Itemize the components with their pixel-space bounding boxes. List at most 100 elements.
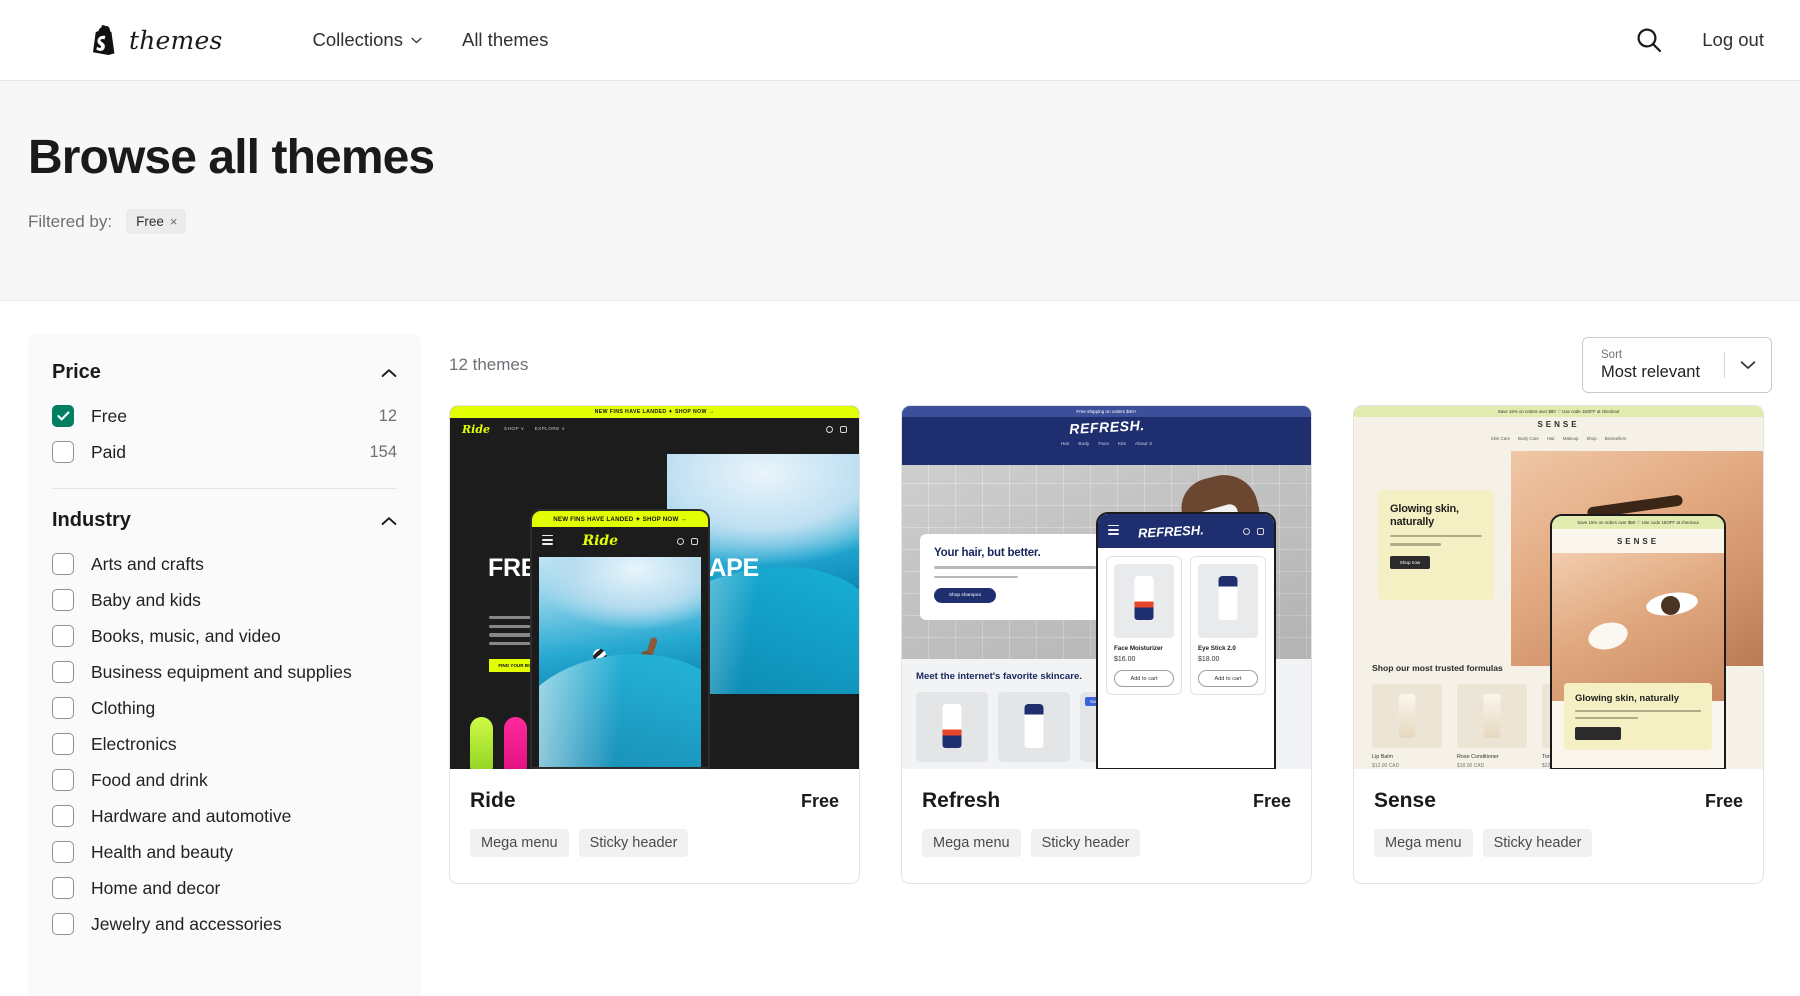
- facet-option-paid[interactable]: Paid 154: [52, 434, 397, 470]
- facet-header-industry[interactable]: Industry: [52, 509, 397, 532]
- results-count: 12 themes: [449, 355, 529, 374]
- checkbox-baby-and-kids[interactable]: [52, 589, 74, 611]
- theme-card-refresh[interactable]: Free shipping on orders $40+ REFRESH. Ha…: [901, 405, 1312, 884]
- preview-menu: Skin Care Body Care Hair Makeup Shop Bes…: [1491, 436, 1626, 441]
- brand-logo[interactable]: themes: [92, 25, 222, 55]
- theme-card-body: Ride Free Mega menu Sticky header: [450, 769, 859, 883]
- theme-card-title-row: Ride Free: [470, 789, 839, 813]
- preview-phone-logo: REFRESH.: [1138, 521, 1205, 541]
- nav-item-all-themes[interactable]: All themes: [462, 29, 548, 51]
- chevron-up-icon[interactable]: [381, 516, 397, 526]
- preview-phone-mockup: NEW FINS HAVE LANDED ✦ SHOP NOW → Ride: [530, 509, 710, 769]
- preview-product-image: [1198, 564, 1258, 638]
- preview-product-tile: Lip Balm $12.00 CAD: [1372, 684, 1442, 769]
- preview-phone-icons: [1243, 527, 1264, 535]
- facet-option-business-equipment-and-supplies[interactable]: Business equipment and supplies: [52, 654, 397, 690]
- preview-menu-item: Makeup: [1562, 436, 1579, 441]
- theme-card-ride[interactable]: NEW FINS HAVE LANDED ✦ SHOP NOW → Ride S…: [449, 405, 860, 884]
- checkbox-jewelry-and-accessories[interactable]: [52, 913, 74, 935]
- facet-option-jewelry-and-accessories[interactable]: Jewelry and accessories: [52, 906, 397, 942]
- facet-option-clothing[interactable]: Clothing: [52, 690, 397, 726]
- cart-icon: [1257, 527, 1264, 535]
- checkbox-food-and-drink[interactable]: [52, 769, 74, 791]
- facet-option-food-and-drink[interactable]: Food and drink: [52, 762, 397, 798]
- facet-option-baby-and-kids[interactable]: Baby and kids: [52, 582, 397, 618]
- search-icon: [676, 537, 684, 545]
- facet-option-arts-and-crafts[interactable]: Arts and crafts: [52, 546, 397, 582]
- checkbox-home-and-decor[interactable]: [52, 877, 74, 899]
- checkbox-free[interactable]: [52, 405, 74, 427]
- preview-phone-navbar: Ride: [532, 527, 708, 555]
- chevron-down-icon[interactable]: [1725, 360, 1771, 370]
- checkbox-paid[interactable]: [52, 441, 74, 463]
- preview-phone-mockup: REFRESH. Face Moisturizer $16.00 Add to …: [1096, 512, 1276, 769]
- facet-title-price: Price: [52, 361, 101, 383]
- surfer-illustration: [590, 636, 671, 722]
- preview-menu-item: Face: [1098, 442, 1110, 447]
- theme-tag: Mega menu: [1374, 829, 1473, 857]
- preview-menu-item: Shop: [1586, 436, 1597, 441]
- checkbox-business-equipment-and-supplies[interactable]: [52, 661, 74, 683]
- sidebar-divider: [52, 488, 397, 489]
- chevron-up-icon[interactable]: [381, 368, 397, 378]
- checkbox-arts-and-crafts[interactable]: [52, 553, 74, 575]
- theme-preview-ride[interactable]: NEW FINS HAVE LANDED ✦ SHOP NOW → Ride S…: [450, 406, 859, 769]
- facet-option-label: Food and drink: [91, 769, 208, 790]
- close-icon[interactable]: ×: [170, 215, 178, 228]
- theme-name: Refresh: [922, 789, 1001, 812]
- preview-phone-hero-image: [539, 557, 701, 767]
- theme-card-sense[interactable]: Save 15% on orders over $80 ♡ Use code 1…: [1353, 405, 1764, 884]
- facet-option-free-label: Free: [91, 405, 127, 426]
- top-navigation-bar: themes Collections All themes Log out: [0, 0, 1800, 81]
- sort-dropdown[interactable]: Sort Most relevant: [1582, 337, 1772, 393]
- shopify-bag-icon: [92, 25, 118, 55]
- nav-item-all-themes-label: All themes: [461, 29, 549, 50]
- preview-menu-item: About ∨: [1135, 442, 1153, 447]
- preview-product-tile: [916, 692, 988, 762]
- theme-price: Free: [1704, 791, 1743, 811]
- nav-item-collections[interactable]: Collections: [312, 29, 422, 51]
- preview-phone-product-card: Face Moisturizer $16.00 Add to cart: [1106, 556, 1182, 695]
- preview-product-price: $18.00: [1198, 656, 1220, 663]
- filter-chip-free[interactable]: Free ×: [126, 209, 187, 235]
- preview-phone-logo: SENSE: [1616, 536, 1660, 546]
- primary-nav-links: Collections All themes: [312, 29, 548, 51]
- preview-add-to-cart-button: Add to cart: [1114, 670, 1174, 687]
- facet-option-free[interactable]: Free 12: [52, 398, 397, 434]
- search-icon: [826, 425, 833, 433]
- theme-tags: Mega menu Sticky header: [470, 829, 839, 857]
- checkbox-health-and-beauty[interactable]: [52, 841, 74, 863]
- search-icon[interactable]: [1634, 25, 1664, 55]
- preview-announcement-bar: NEW FINS HAVE LANDED ✦ SHOP NOW →: [450, 406, 859, 418]
- logout-button[interactable]: Log out: [1702, 29, 1764, 51]
- facet-option-books-music-and-video[interactable]: Books, music, and video: [52, 618, 397, 654]
- facet-option-health-and-beauty[interactable]: Health and beauty: [52, 834, 397, 870]
- checkbox-hardware-and-automotive[interactable]: [52, 805, 74, 827]
- preview-navbar: SENSE Skin Care Body Care Hair Makeup Sh…: [1354, 417, 1763, 451]
- preview-menu-item: Hair: [1546, 436, 1555, 441]
- preview-announcement-bar: Free shipping on orders $40+: [902, 406, 1311, 417]
- theme-tags: Mega menu Sticky header: [922, 829, 1291, 857]
- theme-card-body: Sense Free Mega menu Sticky header: [1354, 769, 1763, 883]
- page-content: Price Free 12 Paid 154 Industry Arts and…: [0, 301, 1800, 996]
- facet-option-electronics[interactable]: Electronics: [52, 726, 397, 762]
- preview-menu-item: Body Care: [1518, 436, 1539, 441]
- hamburger-icon: [1108, 524, 1119, 538]
- checkbox-books-music-and-video[interactable]: [52, 625, 74, 647]
- theme-price: Free: [1252, 791, 1291, 811]
- preview-menu: Hair Body Face Kits About ∨: [1061, 442, 1153, 447]
- theme-preview-refresh[interactable]: Free shipping on orders $40+ REFRESH. Ha…: [902, 406, 1311, 769]
- facet-option-home-and-decor[interactable]: Home and decor: [52, 870, 397, 906]
- preview-phone-logo: Ride: [582, 533, 619, 549]
- checkbox-electronics[interactable]: [52, 733, 74, 755]
- preview-announcement-bar: Save 15% on orders over $80 ♡ Use code 1…: [1354, 406, 1763, 417]
- facet-option-hardware-and-automotive[interactable]: Hardware and automotive: [52, 798, 397, 834]
- preview-phone-hero-image: [1552, 553, 1724, 701]
- checkbox-clothing[interactable]: [52, 697, 74, 719]
- cart-icon: [840, 425, 847, 433]
- theme-preview-sense[interactable]: Save 15% on orders over $80 ♡ Use code 1…: [1354, 406, 1763, 769]
- theme-card-title-row: Refresh Free: [922, 789, 1291, 813]
- preview-product-price: $16.00: [1114, 656, 1136, 663]
- facet-header-price[interactable]: Price: [52, 361, 397, 384]
- preview-product-image: [1114, 564, 1174, 638]
